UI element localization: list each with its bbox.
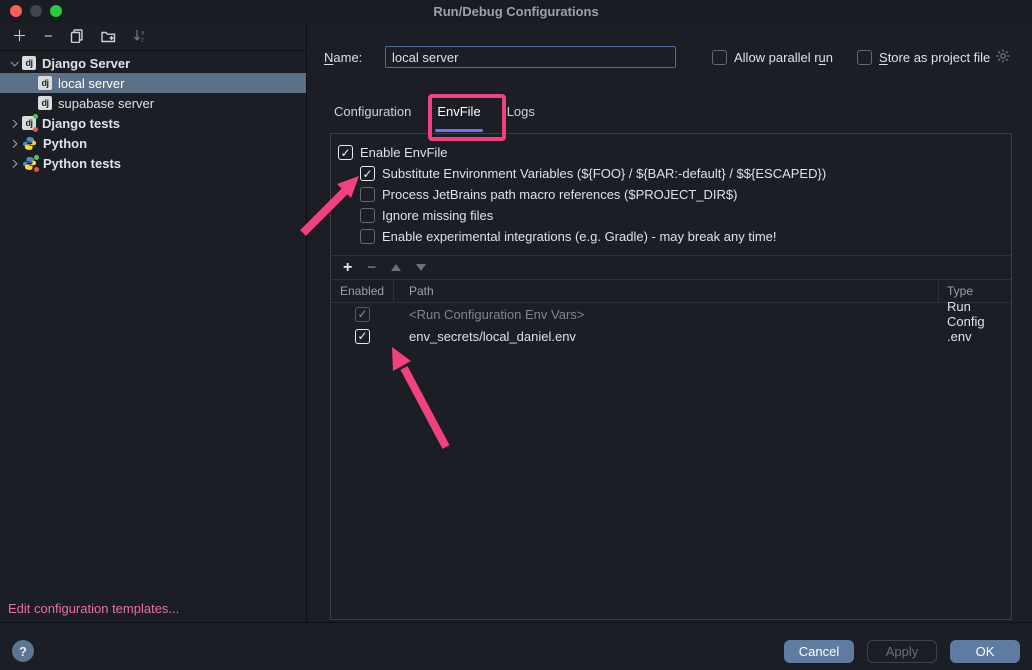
- django-icon: dj: [38, 76, 52, 90]
- titlebar: Run/Debug Configurations: [0, 0, 1032, 22]
- allow-parallel-run-checkbox[interactable]: [712, 50, 727, 65]
- tab-envfile[interactable]: EnvFile: [437, 104, 480, 132]
- apply-button[interactable]: Apply: [867, 640, 937, 663]
- svg-text:z: z: [141, 38, 144, 44]
- django-icon: dj: [38, 96, 52, 110]
- django-tests-icon: dj: [22, 116, 36, 130]
- django-icon: dj: [22, 56, 36, 70]
- run-debug-configurations-dialog: Run/Debug Configurations ＋ − az dj Djang…: [0, 0, 1032, 670]
- ok-button[interactable]: OK: [950, 640, 1020, 663]
- enable-envfile-option[interactable]: Enable EnvFile: [338, 142, 1011, 163]
- copy-configuration-icon[interactable]: [70, 29, 84, 43]
- chevron-right-icon[interactable]: [6, 160, 22, 166]
- chevron-down-icon[interactable]: [6, 60, 22, 66]
- cancel-button[interactable]: Cancel: [784, 640, 854, 663]
- env-files-table: + − Enabled Path Type <Run Configuration…: [331, 255, 1011, 619]
- python-tests-icon: [22, 156, 37, 171]
- edit-configuration-templates-link[interactable]: Edit configuration templates...: [8, 601, 179, 616]
- new-folder-icon[interactable]: [101, 30, 116, 43]
- experimental-integrations-option[interactable]: Enable experimental integrations (e.g. G…: [360, 226, 1011, 247]
- table-toolbar: + −: [331, 256, 1011, 280]
- dialog-footer: ? Cancel Apply OK: [0, 622, 1032, 670]
- row-enabled-checkbox[interactable]: [355, 329, 370, 344]
- name-row: Name: Allow parallel run Store as projec…: [324, 46, 1020, 68]
- remove-configuration-icon[interactable]: −: [44, 29, 53, 44]
- name-label: Name:: [324, 50, 385, 65]
- name-input[interactable]: [385, 46, 676, 68]
- table-header: Enabled Path Type: [331, 280, 1011, 303]
- chevron-right-icon[interactable]: [6, 120, 22, 126]
- help-button[interactable]: ?: [12, 640, 34, 662]
- allow-parallel-run-label: Allow parallel run: [734, 50, 833, 65]
- substitute-env-vars-option[interactable]: Substitute Environment Variables (${FOO}…: [360, 163, 1011, 184]
- row-type: .env: [939, 329, 1011, 344]
- add-configuration-icon[interactable]: ＋: [12, 29, 27, 44]
- store-as-project-file-label: Store as project file: [879, 50, 990, 65]
- table-row[interactable]: env_secrets/local_daniel.env .env: [331, 325, 1011, 347]
- move-up-icon[interactable]: [391, 264, 401, 271]
- tab-logs[interactable]: Logs: [507, 104, 535, 132]
- move-down-icon[interactable]: [416, 264, 426, 271]
- column-enabled: Enabled: [331, 280, 394, 302]
- experimental-integrations-checkbox[interactable]: [360, 229, 375, 244]
- tree-item-django-tests[interactable]: dj Django tests: [0, 113, 306, 133]
- configurations-sidebar: ＋ − az dj Django Server dj local server: [0, 22, 307, 622]
- chevron-right-icon[interactable]: [6, 140, 22, 146]
- ignore-missing-files-option[interactable]: Ignore missing files: [360, 205, 1011, 226]
- ignore-missing-files-checkbox[interactable]: [360, 208, 375, 223]
- gear-icon[interactable]: [996, 49, 1010, 66]
- tab-configuration[interactable]: Configuration: [334, 104, 411, 132]
- tree-item-local-server[interactable]: dj local server: [0, 73, 306, 93]
- row-path: env_secrets/local_daniel.env: [394, 329, 939, 344]
- table-row[interactable]: <Run Configuration Env Vars> Run Config: [331, 303, 1011, 325]
- window-title: Run/Debug Configurations: [0, 4, 1032, 19]
- column-path: Path: [394, 280, 939, 302]
- row-enabled-checkbox: [355, 307, 370, 322]
- substitute-env-vars-checkbox[interactable]: [360, 166, 375, 181]
- process-path-macro-checkbox[interactable]: [360, 187, 375, 202]
- sidebar-toolbar: ＋ − az: [0, 22, 306, 51]
- tree-item-python[interactable]: Python: [0, 133, 306, 153]
- tree-item-supabase-server[interactable]: dj supabase server: [0, 93, 306, 113]
- tree-item-python-tests[interactable]: Python tests: [0, 153, 306, 173]
- sort-configurations-icon[interactable]: az: [133, 29, 147, 43]
- envfile-options: Enable EnvFile Substitute Environment Va…: [331, 134, 1011, 247]
- envfile-tab-panel: Enable EnvFile Substitute Environment Va…: [330, 133, 1012, 620]
- svg-text:a: a: [141, 31, 145, 37]
- process-path-macro-option[interactable]: Process JetBrains path macro references …: [360, 184, 1011, 205]
- tree-item-django-server[interactable]: dj Django Server: [0, 53, 306, 73]
- python-icon: [22, 136, 37, 151]
- tab-bar: Configuration EnvFile Logs: [334, 104, 561, 132]
- enable-envfile-checkbox[interactable]: [338, 145, 353, 160]
- store-as-project-file-checkbox[interactable]: [857, 50, 872, 65]
- add-env-file-icon[interactable]: +: [343, 260, 352, 276]
- row-path: <Run Configuration Env Vars>: [394, 307, 939, 322]
- row-type: Run Config: [939, 299, 1011, 329]
- configuration-tree: dj Django Server dj local server dj supa…: [0, 51, 306, 173]
- remove-env-file-icon[interactable]: −: [367, 260, 376, 275]
